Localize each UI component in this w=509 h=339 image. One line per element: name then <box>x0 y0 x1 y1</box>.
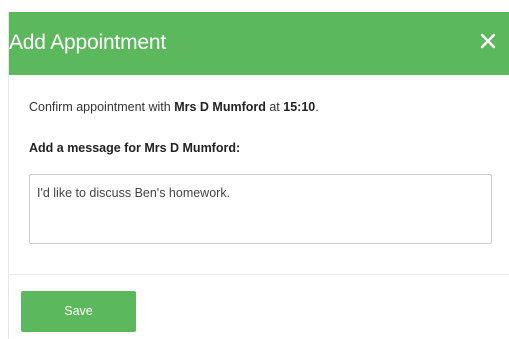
dialog-header: Add Appointment <box>9 12 509 75</box>
message-value: I'd like to discuss Ben's homework. <box>37 186 231 200</box>
dialog-title: Add Appointment <box>9 31 166 54</box>
footer-divider <box>9 274 509 275</box>
add-appointment-dialog: Add Appointment Confirm appointment with… <box>8 12 509 339</box>
confirm-text: Confirm appointment with Mrs D Mumford a… <box>29 100 319 114</box>
close-icon[interactable] <box>477 30 499 52</box>
message-label: Add a message for Mrs D Mumford: <box>29 141 241 155</box>
teacher-name: Mrs D Mumford <box>174 100 266 114</box>
message-textarea[interactable]: I'd like to discuss Ben's homework. <box>29 174 492 244</box>
confirm-middle: at <box>265 100 284 114</box>
confirm-suffix: . <box>315 100 319 114</box>
appointment-time: 15:10 <box>283 100 316 114</box>
confirm-prefix: Confirm appointment with <box>29 100 175 114</box>
save-button[interactable]: Save <box>21 291 136 332</box>
